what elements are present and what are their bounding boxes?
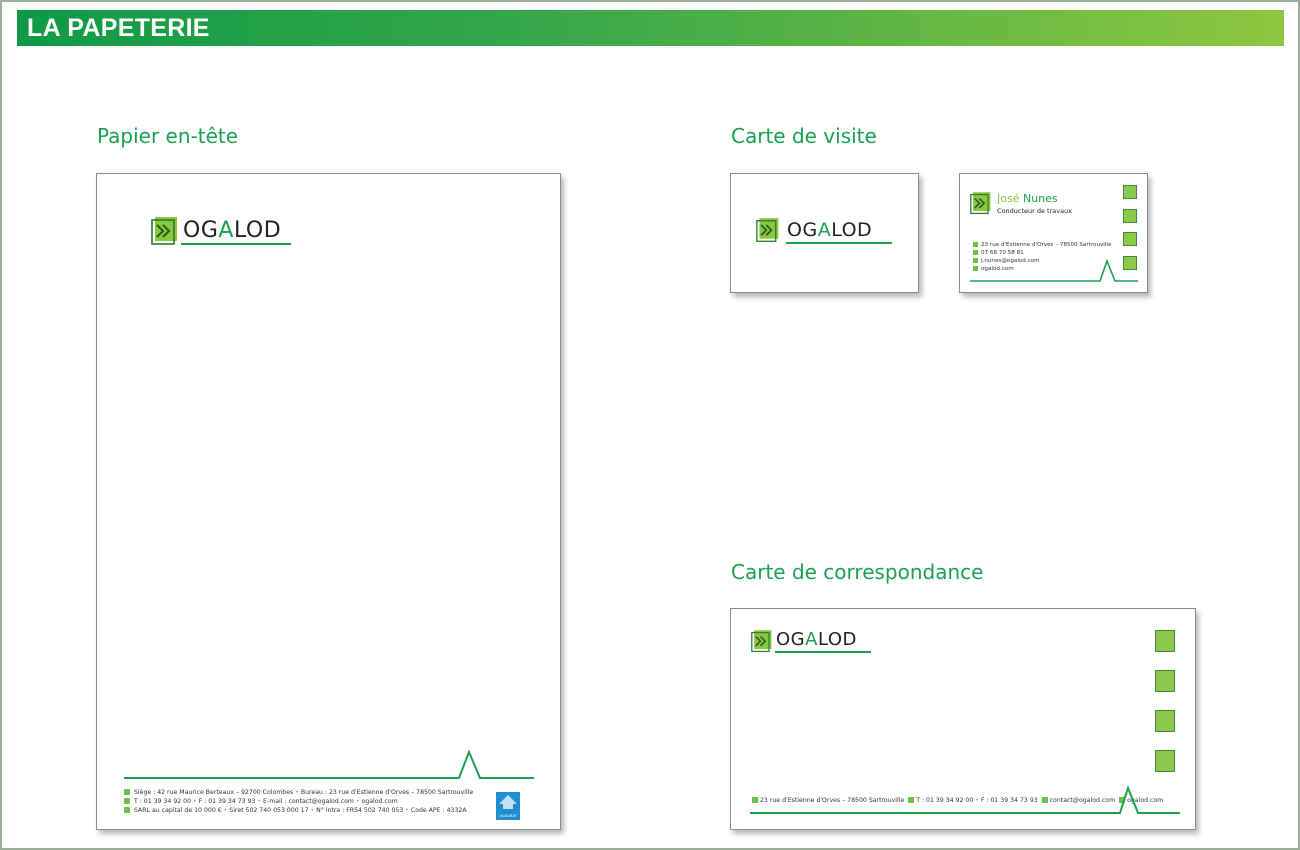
qualibat-label: QUALIBAT xyxy=(499,814,517,818)
door-icon xyxy=(1123,232,1137,246)
logo-suffix: LOD xyxy=(233,218,282,243)
correspondence-footer-line xyxy=(750,785,1180,814)
correspondence-card: OGALOD 23 rue d'Estienne d'Orves – 78500… xyxy=(730,608,1196,830)
card-phone-text: 07 68 70 58 81 xyxy=(981,250,1024,256)
card-person-name: José Nunes xyxy=(997,192,1058,205)
footer-web: ogalod.com xyxy=(361,798,398,805)
logo-mark-icon xyxy=(756,218,779,242)
correspondence-logo-wordmark: OGALOD xyxy=(776,629,857,650)
building-icon xyxy=(1155,630,1175,652)
business-card-section-title: Carte de visite xyxy=(731,124,877,148)
footer-ape: Code APE : 4332A xyxy=(410,807,467,814)
logo-mark-icon xyxy=(970,192,991,215)
logo-accent: A xyxy=(218,218,234,243)
card-phone: 07 68 70 58 81 xyxy=(973,250,1024,256)
letterhead-footer-line-2: T : 01 39 34 92 00 • F : 01 39 34 73 93 … xyxy=(124,798,398,805)
logo-mark-icon xyxy=(751,630,772,653)
phone-icon xyxy=(973,250,978,255)
card-job-title: Conducteur de travaux xyxy=(997,207,1073,215)
card-address: 23 rue d'Estienne d'Orves – 78500 Sartro… xyxy=(973,242,1111,248)
last-name: Nunes xyxy=(1022,192,1058,205)
door-icon xyxy=(1155,710,1175,732)
stairs-icon xyxy=(1155,750,1175,772)
letterhead-section-title: Papier en-tête xyxy=(97,124,239,148)
footer-fax: F : 01 39 34 73 93 xyxy=(198,798,256,805)
phone-icon xyxy=(124,798,130,804)
card-address-text: 23 rue d'Estienne d'Orves – 78500 Sartro… xyxy=(981,242,1112,248)
logo-prefix: OG xyxy=(183,218,219,243)
qualibat-badge: QUALIBAT xyxy=(496,792,520,820)
page-title: LA PAPETERIE xyxy=(27,14,210,42)
card-footer-line xyxy=(970,259,1138,282)
footer-siege: Siège : 42 rue Maurice Berteaux – 92700 … xyxy=(134,789,294,796)
card-front-logo-wordmark: OGALOD xyxy=(787,219,872,241)
footer-bureau: Bureau : 23 rue d'Estienne d'Orves – 785… xyxy=(300,789,474,796)
letterhead-footer-line-1: Siège : 42 rue Maurice Berteaux – 92700 … xyxy=(124,789,473,796)
window-icon xyxy=(1155,670,1175,692)
building-icon xyxy=(1123,185,1137,199)
logo-accent: A xyxy=(817,219,832,241)
qualibat-house-icon xyxy=(499,795,517,809)
footer-capital: SARL au capital de 10 000 € xyxy=(134,807,222,814)
first-name: José xyxy=(997,192,1020,205)
logo-underline xyxy=(181,243,291,245)
footer-email: E-mail : contact@ogalod.com xyxy=(263,798,354,805)
location-icon xyxy=(973,242,978,247)
correspondence-section-title: Carte de correspondance xyxy=(731,560,984,584)
title-bar: LA PAPETERIE xyxy=(17,10,1284,46)
window-icon xyxy=(1123,209,1137,223)
footer-phone: T : 01 39 34 92 00 xyxy=(134,798,192,805)
letterhead-footer-line-3: SARL au capital de 10 000 € • Siret 502 … xyxy=(124,807,467,814)
logo-underline xyxy=(786,242,892,244)
letterhead-footer-line xyxy=(124,749,534,779)
logo-underline xyxy=(775,651,871,653)
business-card-front: OGALOD xyxy=(730,173,919,293)
stairs-icon xyxy=(1123,256,1137,270)
letterhead-sheet: OGALOD Siège : 42 rue Maurice Berteaux –… xyxy=(96,173,561,830)
footer-intra: N° intra : FR54 502 740 053 xyxy=(316,807,404,814)
logo-mark-icon xyxy=(151,217,177,245)
logo-prefix: OG xyxy=(787,219,818,241)
logo-suffix: LOD xyxy=(831,219,873,241)
location-icon xyxy=(124,789,130,795)
info-icon xyxy=(124,807,130,813)
business-card-back: José Nunes Conducteur de travaux 23 rue … xyxy=(959,173,1148,293)
footer-siret: Siret 502 740 053 000 17 xyxy=(229,807,309,814)
logo-suffix: LOD xyxy=(817,629,857,650)
logo-accent: A xyxy=(805,629,818,650)
letterhead-logo-wordmark: OGALOD xyxy=(183,218,281,243)
logo-prefix: OG xyxy=(776,629,806,650)
